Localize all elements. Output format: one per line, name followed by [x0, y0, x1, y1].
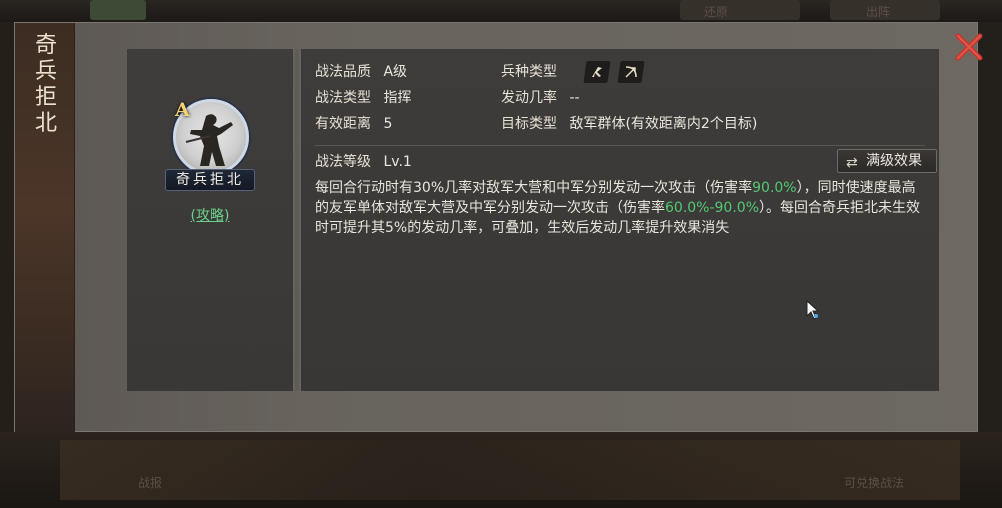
- swap-arrows-icon: ⇄: [846, 155, 858, 171]
- skill-description: 每回合行动时有30%几率对敌军大营和中军分别发动一次攻击（伤害率90.0%），同…: [315, 178, 927, 238]
- range-label: 有效距离: [315, 116, 371, 132]
- rate-label: 发动几率: [501, 90, 557, 106]
- close-button[interactable]: [953, 31, 985, 63]
- bg-right-edge: [978, 22, 1002, 432]
- guide-link[interactable]: (攻略): [127, 205, 293, 225]
- desc-highlight: 60.0%-90.0%: [665, 200, 760, 216]
- level-value: Lv.1: [383, 154, 412, 170]
- top-tab-2-label: 出阵: [866, 5, 891, 19]
- dialog-title-char: 拒: [34, 85, 57, 110]
- top-tab-1-label: 还原: [704, 5, 729, 19]
- type-label: 战法类型: [315, 90, 371, 106]
- skill-detail-dialog: 奇 兵 拒 北 奇兵拒北 (攻略) A 战法品质 A级 兵种类型 战法类型 指挥…: [14, 22, 983, 433]
- quality-row: 战法品质 A级: [315, 63, 407, 81]
- grade-badge: A: [175, 99, 190, 121]
- quality-label: 战法品质: [315, 64, 371, 80]
- skill-info-card: 战法品质 A级 兵种类型 战法类型 指挥 发动几率 -- 有效距离 5 目标类型…: [301, 49, 939, 391]
- top-left-button: [90, 0, 146, 20]
- rate-row: 发动几率 --: [501, 89, 580, 107]
- range-value: 5: [383, 116, 393, 132]
- cavalry-icon[interactable]: [583, 61, 611, 83]
- desc-text: 每回合行动时有30%几率对敌军大营和中军分别发动一次攻击（伤害率: [315, 180, 753, 196]
- bottom-strip: [60, 440, 960, 500]
- bottom-right-label: 可兑换战法: [844, 476, 905, 490]
- type-value: 指挥: [383, 90, 412, 106]
- dialog-title-strip: 奇 兵 拒 北: [15, 23, 75, 433]
- target-label: 目标类型: [501, 116, 557, 132]
- dialog-title: 奇 兵 拒 北: [31, 33, 61, 137]
- max-level-effect-label: 满级效果: [866, 153, 922, 169]
- skill-name-plate: 奇兵拒北: [165, 169, 255, 191]
- bg-left-edge: [0, 22, 14, 432]
- target-row: 目标类型 敌军群体(有效距离内2个目标): [501, 115, 757, 133]
- info-divider: [315, 145, 925, 146]
- quality-value: A级: [383, 64, 408, 80]
- card-divider: [295, 49, 299, 391]
- top-tab-1: [680, 0, 800, 20]
- skill-portrait-card: 奇兵拒北 (攻略): [127, 49, 293, 391]
- troop-row: 兵种类型: [501, 63, 557, 81]
- desc-highlight: 90.0%: [752, 180, 797, 196]
- level-label: 战法等级: [315, 154, 371, 170]
- target-value: 敌军群体(有效距离内2个目标): [569, 116, 758, 132]
- rate-value: --: [569, 90, 580, 106]
- game-bottom-bar: 战报 可兑换战法: [0, 432, 1002, 508]
- game-top-bar: 还原 出阵: [0, 0, 1002, 22]
- dialog-title-char: 兵: [34, 59, 57, 84]
- close-x-icon: [955, 33, 983, 61]
- troop-label: 兵种类型: [501, 64, 557, 80]
- dialog-title-char: 北: [34, 111, 57, 136]
- bottom-left-label: 战报: [138, 476, 163, 490]
- range-row: 有效距离 5: [315, 115, 392, 133]
- max-level-effect-button[interactable]: ⇄ 满级效果: [837, 149, 937, 173]
- dialog-title-char: 奇: [34, 33, 57, 58]
- archer-icon[interactable]: [617, 61, 645, 83]
- type-row: 战法类型 指挥: [315, 89, 411, 107]
- level-row: 战法等级 Lv.1: [315, 153, 412, 171]
- mouse-cursor-icon: [806, 300, 820, 320]
